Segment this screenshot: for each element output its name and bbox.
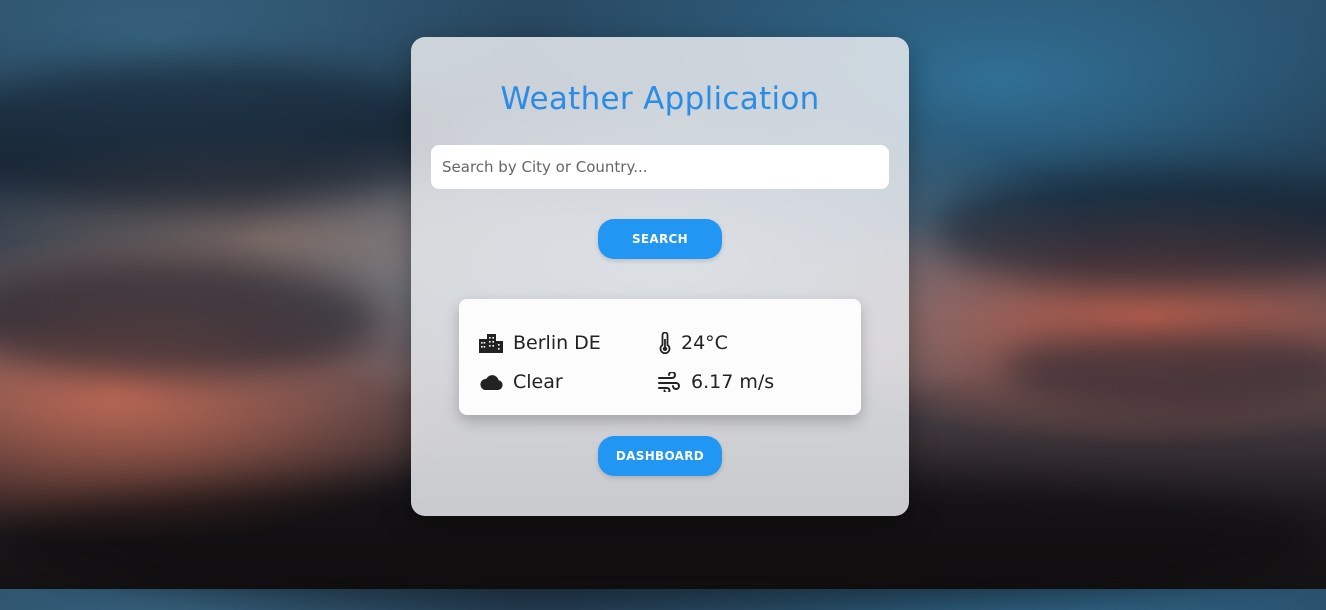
location-text: Berlin DE [513, 332, 601, 354]
condition-info: Clear [479, 369, 563, 395]
temperature-info: 24°C [657, 330, 728, 356]
wind-icon [657, 370, 681, 394]
dashboard-button[interactable]: DASHBOARD [598, 436, 722, 476]
background-cloud [930, 170, 1326, 290]
cloud-icon [479, 370, 503, 394]
thermometer-icon [657, 331, 673, 355]
condition-text: Clear [513, 371, 563, 393]
weather-info-panel: Berlin DE 24°C Clear 6.17 m/s [459, 299, 861, 415]
search-button[interactable]: SEARCH [598, 219, 722, 259]
background-cloud [0, 60, 460, 210]
location-info: Berlin DE [479, 330, 601, 356]
weather-card: Weather Application SEARCH [411, 37, 909, 516]
temperature-text: 24°C [681, 332, 728, 354]
background-cloud [0, 260, 380, 380]
search-input[interactable] [431, 145, 889, 189]
background-cloud [1000, 330, 1326, 410]
wind-info: 6.17 m/s [657, 369, 774, 395]
app-title: Weather Application [500, 81, 820, 117]
city-buildings-icon [479, 331, 503, 355]
wind-text: 6.17 m/s [691, 371, 775, 393]
